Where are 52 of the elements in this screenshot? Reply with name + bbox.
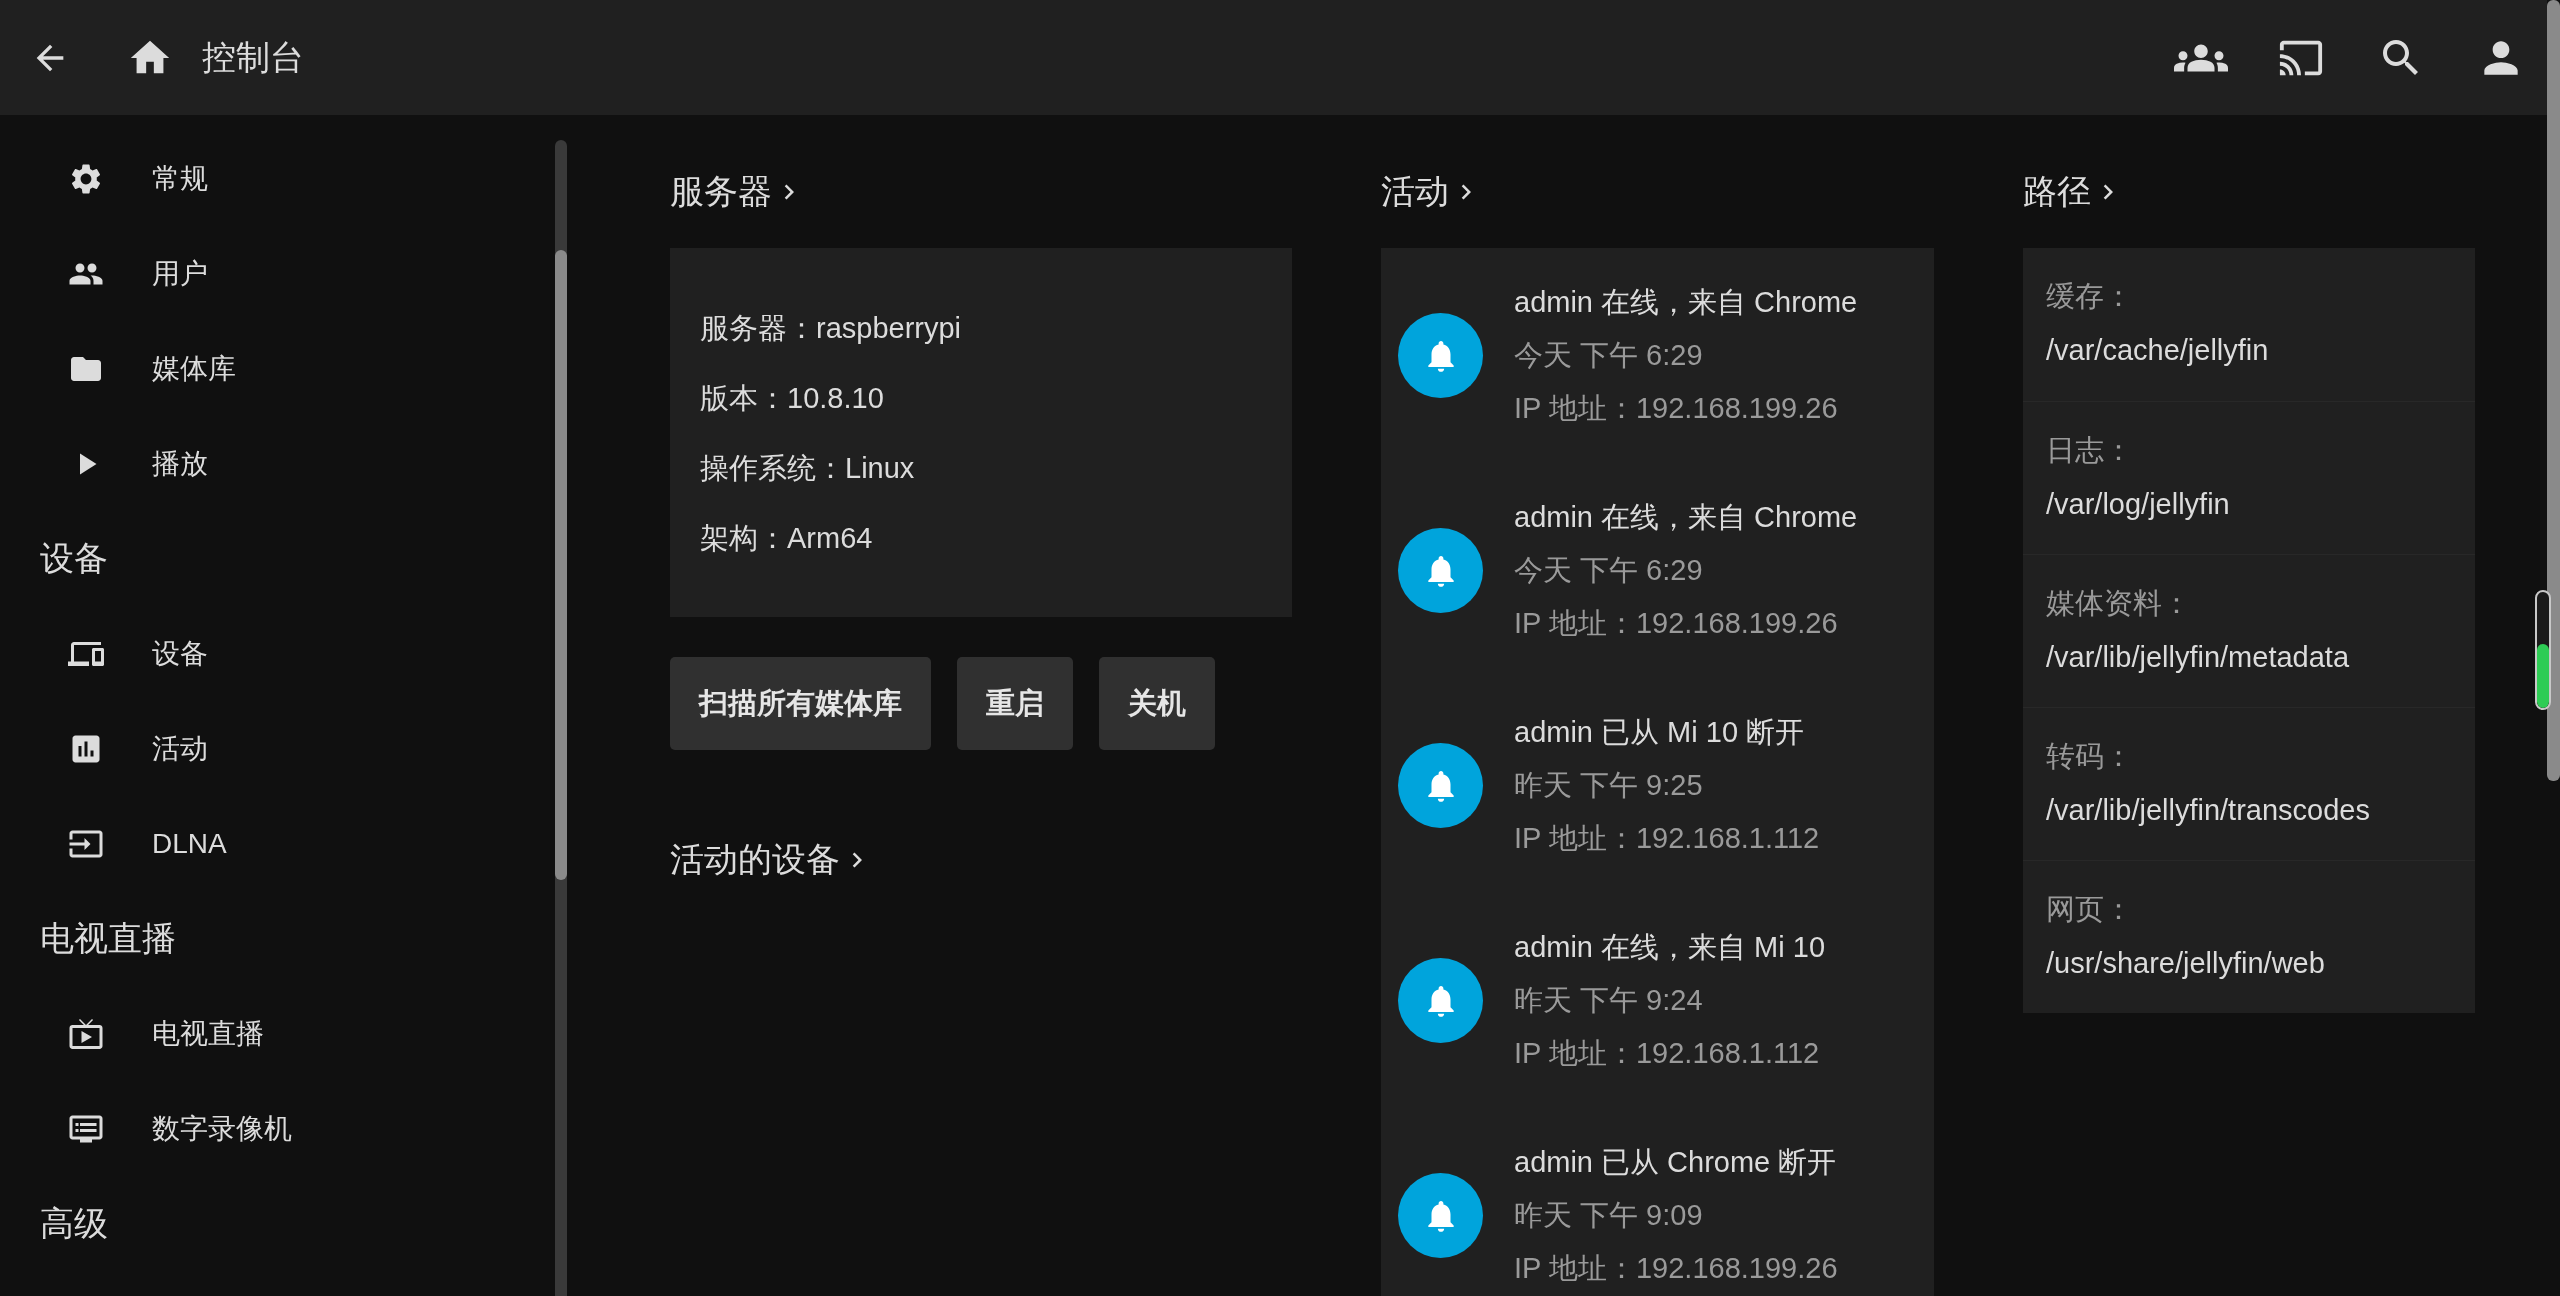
activity-title: admin 已从 Mi 10 断开 xyxy=(1514,715,1806,750)
activity-title: admin 已从 Chrome 断开 xyxy=(1514,1145,1838,1180)
server-info-text: 版本：10.8.10 xyxy=(700,381,885,416)
path-value: /usr/share/jellyfin/web xyxy=(2046,946,2326,981)
activity-time: 昨天 下午 9:09 xyxy=(1514,1198,1704,1233)
activity-ip: IP 地址：192.168.1.112 xyxy=(1514,1036,1821,1071)
nav-item[interactable]: 活动 xyxy=(0,701,555,796)
path-value: /var/log/jellyfin xyxy=(2046,487,2231,522)
activity-title: admin 在线，来自 Chrome xyxy=(1514,285,1858,320)
server-section-link[interactable]: 服务器 xyxy=(670,162,804,222)
nav-section-title: 高级 xyxy=(39,1203,109,1244)
activity-time: 昨天 下午 9:24 xyxy=(1514,983,1704,1018)
path-label: 媒体资料： xyxy=(2046,586,2192,621)
activity-ip: IP 地址：192.168.199.26 xyxy=(1514,391,1839,426)
path-label: 缓存： xyxy=(2046,279,2134,314)
activity-section-link[interactable]: 活动 xyxy=(1381,162,1481,222)
nav-item[interactable]: 媒体库 xyxy=(0,321,555,416)
server-info-text: 架构：Arm64 xyxy=(700,521,874,556)
path-value: /var/lib/jellyfin/transcodes xyxy=(2046,793,2371,828)
nav-section-title: 电视直播 xyxy=(39,918,177,959)
activity-time: 今天 下午 6:29 xyxy=(1514,338,1704,373)
activity-ip: IP 地址：192.168.199.26 xyxy=(1514,606,1839,641)
scrollbar[interactable] xyxy=(2547,0,2560,781)
server-info-text: 操作系统：Linux xyxy=(700,451,916,486)
action-button[interactable]: 关机 xyxy=(1099,657,1215,750)
paths-section-link[interactable]: 路径 xyxy=(2023,162,2123,222)
path-value: /var/lib/jellyfin/metadata xyxy=(2046,640,2351,675)
nav-item[interactable]: 播放 xyxy=(0,416,555,511)
activity-ip: IP 地址：192.168.1.112 xyxy=(1514,821,1820,856)
nav-section-title: 设备 xyxy=(39,538,109,579)
active-devices-link[interactable]: 活动的设备 xyxy=(670,830,872,890)
activity-ip: IP 地址：192.168.199.26 xyxy=(1514,1251,1838,1286)
path-label: 日志： xyxy=(2046,433,2134,468)
nav-item[interactable]: DLNA xyxy=(0,796,555,891)
activity-title: admin 在线，来自 Chrome xyxy=(1514,500,1858,535)
nav-item[interactable]: 常规 xyxy=(0,131,555,226)
action-button[interactable]: 重启 xyxy=(957,657,1073,750)
path-value: /var/cache/jellyfin xyxy=(2046,333,2270,368)
nav-item[interactable]: 数字录像机 xyxy=(0,1081,555,1176)
activity-title: admin 在线，来自 Mi 10 xyxy=(1514,930,1825,965)
scrollbar[interactable] xyxy=(555,140,567,1296)
gauge-icon xyxy=(2535,590,2551,710)
activity-time: 今天 下午 6:29 xyxy=(1514,553,1704,588)
server-info-text: 服务器：raspberrypi xyxy=(700,311,963,346)
path-label: 网页： xyxy=(2046,892,2134,927)
nav-item[interactable]: 电视直播 xyxy=(0,986,555,1081)
nav-item[interactable]: 设备 xyxy=(0,606,555,701)
page-title: 控制台 xyxy=(202,36,304,78)
action-button[interactable]: 扫描所有媒体库 xyxy=(670,657,931,750)
path-label: 转码： xyxy=(2046,739,2134,774)
nav-item[interactable]: 用户 xyxy=(0,226,555,321)
activity-time: 昨天 下午 9:25 xyxy=(1514,768,1704,803)
